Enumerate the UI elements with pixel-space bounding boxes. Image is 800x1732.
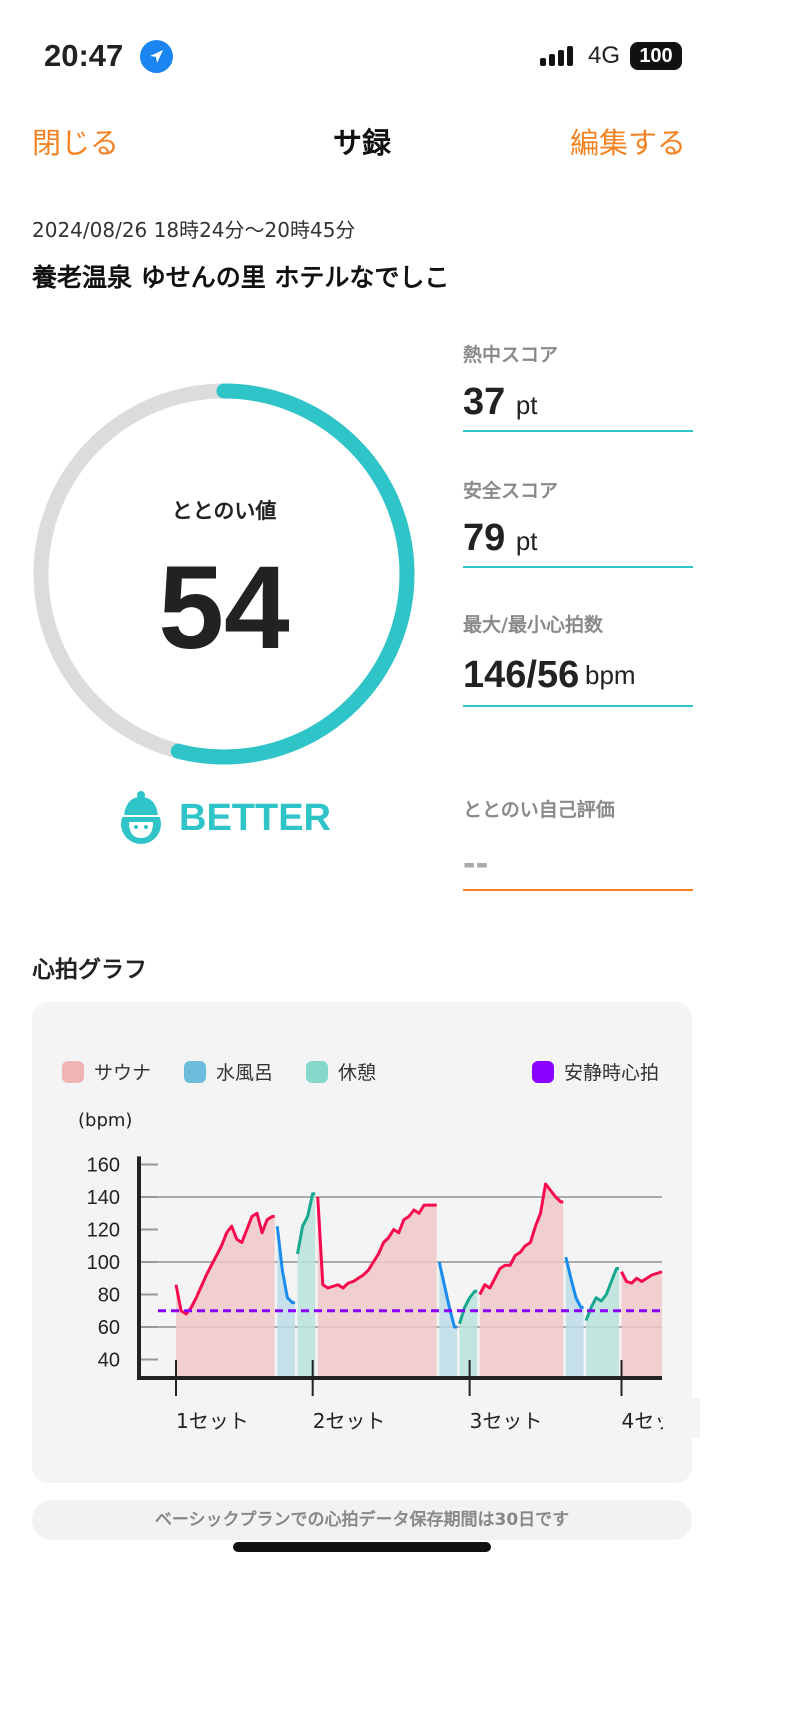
facility-name: 養老温泉 ゆせんの里 ホテルなでしこ — [32, 263, 450, 292]
score-unit: pt — [515, 526, 538, 556]
score-value: 146/56 — [463, 654, 580, 696]
y-tick-label: 160 — [87, 1155, 120, 1177]
x-tick-label: 2セット — [313, 1409, 386, 1433]
home-indicator — [233, 1542, 491, 1552]
legend-cold-bath: 水風呂 — [184, 1058, 273, 1085]
score-heat: 熱中スコア 37 pt — [463, 340, 693, 432]
x-tick-label: 1セット — [176, 1409, 249, 1433]
score-label: 安全スコア — [463, 480, 559, 502]
score-safety: 安全スコア 79 pt — [463, 476, 693, 568]
score-self-rating[interactable]: ととのい自己評価 -- — [463, 795, 693, 891]
legend-swatch — [306, 1060, 328, 1083]
sauna-hat-face-icon — [121, 791, 161, 844]
score-label: 熱中スコア — [463, 344, 559, 366]
score-value: 37 — [463, 381, 506, 423]
y-tick-label: 100 — [87, 1252, 120, 1274]
heart-rate-chart: 1601401201008060401セット 2セット 3セット 4セット — [87, 1155, 700, 1438]
legend-label: 休憩 — [338, 1062, 377, 1084]
edit-button[interactable]: 編集する — [570, 120, 686, 162]
score-unit: bpm — [585, 660, 636, 690]
score-value: -- — [463, 842, 489, 884]
network-label: 4G — [588, 42, 621, 69]
legend-rest: 休憩 — [306, 1058, 376, 1085]
phase-area-sauna — [317, 1197, 437, 1378]
x-tick-label: 3セット — [470, 1409, 543, 1433]
session-datetime: 2024/08/26 18時24分～20時45分 — [32, 218, 356, 242]
score-label: ととのい自己評価 — [463, 799, 615, 821]
score-heart-rate: 最大/最小心拍数 146/56 bpm — [463, 610, 693, 707]
y-axis-label: (bpm) — [78, 1110, 133, 1131]
totonoi-label: ととのい値 — [171, 499, 277, 523]
legend-resting-hr: 安静時心拍 — [532, 1058, 659, 1085]
status-time: 20:47 — [44, 38, 124, 73]
phase-area-sauna — [621, 1271, 662, 1378]
label-clip — [663, 1398, 700, 1438]
signal-icon — [540, 46, 573, 66]
y-tick-label: 40 — [98, 1350, 120, 1372]
phase-area-rest — [459, 1291, 478, 1378]
legend-label: 安静時心拍 — [564, 1062, 660, 1084]
rating-text: BETTER — [179, 796, 331, 839]
legend-label: サウナ — [94, 1062, 152, 1084]
phase-area-cold — [565, 1257, 584, 1378]
battery-icon: 100 — [630, 42, 682, 70]
score-label: 最大/最小心拍数 — [463, 614, 603, 636]
legend-swatch — [62, 1060, 84, 1083]
legend-sauna: サウナ — [62, 1058, 151, 1085]
score-value: 79 — [463, 517, 506, 559]
y-tick-label: 80 — [98, 1285, 120, 1307]
y-tick-label: 140 — [87, 1187, 120, 1209]
legend-swatch — [184, 1060, 206, 1083]
location-arrow-icon — [140, 40, 173, 73]
phase-area-rest — [586, 1268, 619, 1378]
legend-swatch — [532, 1060, 554, 1083]
score-unit: pt — [515, 390, 538, 420]
totonoi-value: 54 — [158, 542, 290, 674]
plan-note: ベーシックプランでの心拍データ保存期間は30日です — [32, 1500, 692, 1540]
heart-graph-title: 心拍グラフ — [32, 957, 147, 983]
rating-badge: BETTER — [115, 790, 331, 846]
y-tick-label: 120 — [87, 1220, 120, 1242]
y-tick-label: 60 — [98, 1317, 120, 1339]
legend-label: 水風呂 — [216, 1062, 274, 1084]
